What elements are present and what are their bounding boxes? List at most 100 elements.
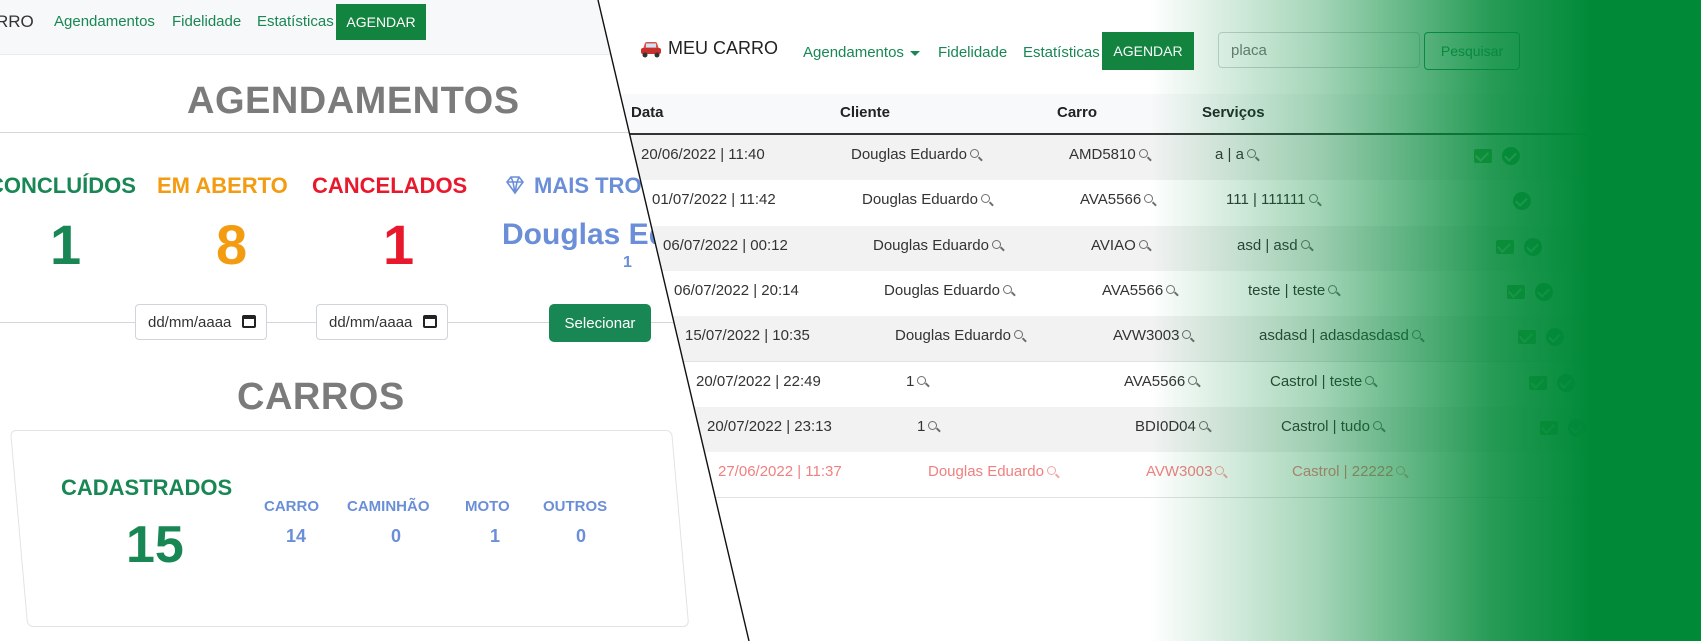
search-icon[interactable] [1308,194,1318,204]
date-to-input[interactable]: dd/mm/aaaa [316,304,448,340]
check-icon[interactable] [1524,237,1542,256]
search-icon[interactable] [1328,284,1338,294]
search-icon[interactable] [917,375,927,385]
nav-fidelidade[interactable]: Fidelidade [172,13,241,30]
search-icon[interactable] [1144,194,1154,204]
calendar-icon[interactable] [242,315,256,328]
search-input[interactable]: placa [1218,32,1420,68]
cell-client[interactable]: Douglas Eduardo [895,327,1023,344]
column-header-data: Data [631,104,664,121]
cell-service[interactable]: asdasd | adasdasdasd [1259,327,1421,344]
cell-date-text: 06/07/2022 | 00:12 [663,236,788,254]
search-icon[interactable] [1138,239,1148,249]
search-icon[interactable] [1166,284,1176,294]
check-icon[interactable] [1502,147,1520,165]
cell-client[interactable]: 1 [917,417,938,435]
calendar-icon[interactable] [423,315,437,328]
stat-label-concluidos: CONCLUÍDOS [0,173,136,198]
search-icon[interactable] [1372,420,1382,430]
check-icon[interactable] [1568,418,1586,437]
mail-icon[interactable] [1474,149,1492,163]
cell-service-text: a | a [1215,146,1244,163]
cell-client-text: 1 [906,372,915,390]
search-icon[interactable] [969,149,979,158]
cell-car[interactable]: AMD5810 [1069,146,1148,163]
search-icon[interactable] [1300,239,1310,249]
search-icon[interactable] [1046,466,1056,476]
brand[interactable]: MEU CARRO [640,38,778,59]
search-icon[interactable] [1188,375,1198,385]
cell-client[interactable]: 1 [906,372,927,390]
cell-client-text: Douglas Eduardo [884,281,1000,299]
cell-client[interactable]: Douglas Eduardo [928,463,1056,480]
agendar-button[interactable]: AGENDAR [336,4,426,40]
left-brand[interactable]: RRO [0,12,34,32]
cell-date: 01/07/2022 | 11:42 [652,191,776,208]
stat-value-concluidos: 1 [50,213,82,276]
stat-label-em-aberto: EM ABERTO [157,173,288,198]
search-icon[interactable] [1198,420,1208,430]
left-navbar: RRO Agendamentos Fidelidade Estatísticas… [0,0,700,55]
search-icon[interactable] [1182,330,1192,340]
cell-car[interactable]: AVA5566 [1124,372,1198,390]
cell-client-text: Douglas Eduardo [873,236,989,254]
check-icon[interactable] [1557,373,1575,392]
cell-client[interactable]: Douglas Eduardo [884,282,1012,299]
cell-client[interactable]: Douglas Eduardo [862,191,990,208]
mail-icon[interactable] [1529,375,1547,390]
category-value-moto: 1 [490,526,501,546]
search-icon[interactable] [991,239,1001,249]
search-icon[interactable] [1396,466,1406,476]
date-from-input[interactable]: dd/mm/aaaa [135,304,267,340]
nav-estatisticas[interactable]: Estatísticas [1023,44,1100,61]
cell-service[interactable]: a | a [1215,146,1256,163]
search-icon[interactable] [1365,375,1375,385]
nav-agendamentos-dropdown[interactable]: Agendamentos [803,44,920,61]
mail-icon[interactable] [1507,284,1525,299]
cell-car[interactable]: BDI0D04 [1135,418,1208,435]
nav-estatisticas[interactable]: Estatísticas [257,13,334,30]
selecionar-button[interactable]: Selecionar [549,304,651,342]
agendar-button[interactable]: AGENDAR [1102,32,1194,70]
cell-client-text: 1 [917,417,926,435]
cell-car[interactable]: AVW3003 [1113,327,1192,344]
mail-icon[interactable] [1540,420,1558,435]
cell-client[interactable]: Douglas Eduardo [873,237,1001,254]
search-icon[interactable] [1138,149,1148,158]
cell-service-text: Castrol | 22222 [1292,463,1394,481]
search-icon[interactable] [980,194,990,204]
search-icon[interactable] [1013,330,1023,340]
cell-car-text: AVW3003 [1146,463,1213,481]
mail-icon[interactable] [1518,330,1536,345]
cell-client[interactable]: Douglas Eduardo [851,146,979,163]
cell-service[interactable]: Castrol | teste [1270,373,1375,390]
stat-value-cancelados: 1 [383,213,415,276]
check-icon[interactable] [1535,282,1553,301]
search-icon[interactable] [1411,330,1421,340]
cars-title: CARROS [237,376,405,418]
cell-car-text: AVA5566 [1124,372,1186,390]
cell-car[interactable]: AVA5566 [1102,282,1176,299]
search-icon[interactable] [1215,466,1225,476]
search-icon[interactable] [1002,284,1012,294]
mail-icon[interactable] [1496,239,1514,254]
nav-agendamentos[interactable]: Agendamentos [54,13,155,30]
cell-service[interactable]: teste | teste [1248,282,1338,299]
search-button[interactable]: Pesquisar [1424,32,1520,70]
cell-service-text: 111 | 111111 [1226,191,1306,209]
search-icon[interactable] [928,420,938,430]
cell-car[interactable]: AVW3003 [1146,463,1225,481]
cell-service[interactable]: Castrol | tudo [1281,418,1382,435]
cell-service[interactable]: 111 | 111111 [1226,191,1318,208]
stat-value-em-aberto: 8 [216,213,248,276]
page-title: AGENDAMENTOS [187,80,520,122]
cell-service-text: Castrol | tudo [1281,417,1370,435]
nav-fidelidade[interactable]: Fidelidade [938,44,1007,61]
cell-service[interactable]: asd | asd [1237,237,1310,254]
search-icon[interactable] [1246,149,1256,158]
cell-service[interactable]: Castrol | 22222 [1292,463,1406,481]
cell-car[interactable]: AVIAO [1091,237,1148,254]
cell-car[interactable]: AVA5566 [1080,191,1154,208]
cell-date-text: 15/07/2022 | 10:35 [685,327,810,345]
cell-client-text: Douglas Eduardo [862,191,978,209]
